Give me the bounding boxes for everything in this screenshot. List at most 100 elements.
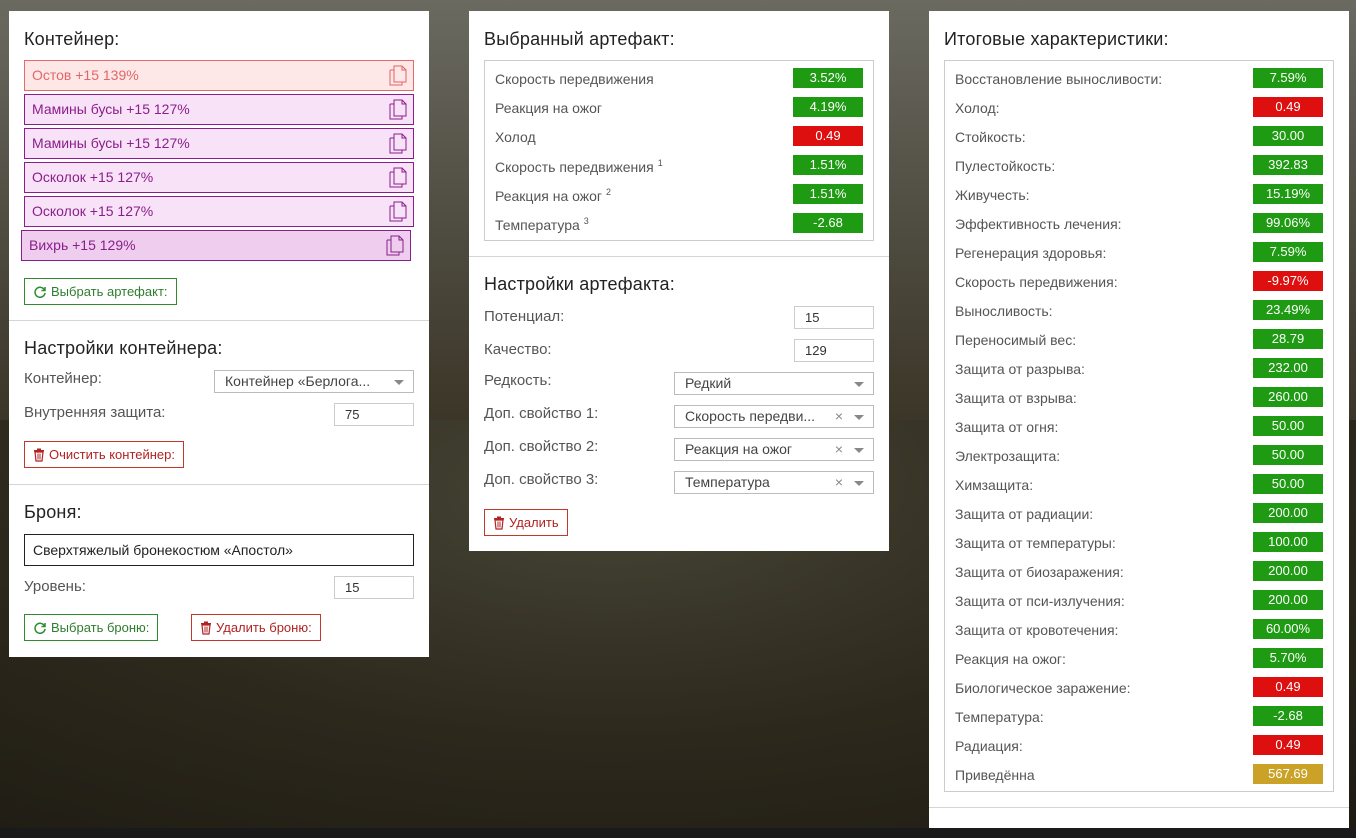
container-title: Контейнер: [24, 29, 120, 49]
potential-label: Потенциал: [484, 308, 565, 325]
stat-name: Скорость передвижения 1 [495, 158, 663, 175]
stat-name-text: Регенерация здоровья: [955, 245, 1107, 261]
container-select[interactable]: Контейнер «Берлога... [214, 370, 414, 393]
stat-name: Радиация: [955, 738, 1023, 754]
clear-icon[interactable]: × [835, 472, 843, 493]
stat-name-text: Пулестойкость: [955, 158, 1056, 174]
container-label: Контейнер: [24, 370, 102, 387]
document-icon [389, 99, 407, 120]
artifact-slot[interactable]: Осколок +15 127% [24, 196, 414, 227]
totals-stats: Восстановление выносливости: 7.59% Холод: 0… [944, 60, 1334, 792]
clear-icon[interactable]: × [835, 439, 843, 460]
document-icon [386, 235, 404, 256]
taskbar [0, 828, 1356, 838]
stat-value-badge: 30.00 [1253, 126, 1323, 146]
chevron-down-icon [854, 481, 864, 486]
stat-name-text: Скорость передвижения [495, 71, 654, 87]
stat-name-text: Радиация: [955, 738, 1023, 754]
prop3-label: Доп. свойство 3: [484, 471, 599, 488]
stat-row: Живучесть: 15.19% [945, 180, 1333, 209]
chevron-down-icon [854, 415, 864, 420]
potential-input[interactable]: 15 [794, 306, 874, 329]
right-panel: Итоговые характеристики: Восстановление … [929, 11, 1349, 838]
artifact-slot-label: Вихрь +15 129% [29, 237, 136, 253]
stat-value-badge: 3.52% [793, 68, 863, 88]
protection-input[interactable]: 75 [334, 403, 414, 426]
artifact-slot-label: Осколок +15 127% [32, 169, 154, 185]
delete-artifact-button[interactable]: Удалить [484, 509, 568, 536]
totals-title: Итоговые характеристики: [944, 29, 1169, 49]
stat-name: Переносимый вес: [955, 332, 1076, 348]
artifact-slot-label: Остов +15 139% [32, 67, 139, 83]
clear-container-button[interactable]: Очистить контейнер: [24, 441, 184, 468]
rarity-label: Редкость: [484, 372, 552, 389]
stat-row: Защита от огня: 50.00 [945, 412, 1333, 441]
prop2-select[interactable]: Реакция на ожог × [674, 438, 874, 461]
stat-footnote: 1 [657, 158, 663, 168]
stat-row: Стойкость: 30.00 [945, 122, 1333, 151]
stat-row: Электрозащита: 50.00 [945, 441, 1333, 470]
stat-name: Реакция на ожог 2 [495, 187, 611, 204]
artifact-slot[interactable]: Мамины бусы +15 127% [24, 94, 414, 125]
prop3-select-value: Температура [685, 474, 770, 490]
stat-value-badge: 1.51% [793, 155, 863, 175]
quality-input[interactable]: 129 [794, 339, 874, 362]
stat-value-badge: 200.00 [1253, 503, 1323, 523]
stat-value-badge: 60.00% [1253, 619, 1323, 639]
stat-name-text: Переносимый вес: [955, 332, 1077, 348]
delete-armor-button[interactable]: Удалить броню: [191, 614, 321, 641]
stat-name: Живучесть: [955, 187, 1030, 203]
stat-name-text: Приведённа [955, 767, 1035, 783]
stat-name-text: Скорость передвижения [495, 159, 654, 175]
stat-name: Защита от кровотечения: [955, 622, 1118, 638]
artifact-slot[interactable]: Вихрь +15 129% [21, 230, 411, 261]
delete-armor-label: Удалить броню: [216, 620, 312, 635]
stat-value-badge: -9.97% [1253, 271, 1323, 291]
selected-artifact-title: Выбранный артефакт: [484, 29, 675, 49]
armor-level-input[interactable]: 15 [334, 576, 414, 599]
stat-name: Эффективность лечения: [955, 216, 1122, 232]
stat-name: Регенерация здоровья: [955, 245, 1106, 261]
select-artifact-button[interactable]: Выбрать артефакт: [24, 278, 177, 305]
stat-row: Скорость передвижения: -9.97% [945, 267, 1333, 296]
stat-value-badge: 28.79 [1253, 329, 1323, 349]
prop1-select[interactable]: Скорость передви... × [674, 405, 874, 428]
select-armor-button[interactable]: Выбрать броню: [24, 614, 159, 641]
stat-name: Защита от пси-излучения: [955, 593, 1125, 609]
stat-name-text: Защита от разрыва: [955, 361, 1085, 377]
stat-name: Холод: [955, 100, 1000, 116]
stat-name-text: Защита от радиации: [955, 506, 1094, 522]
stat-row: Защита от взрыва: 260.00 [945, 383, 1333, 412]
stat-value-badge: 99.06% [1253, 213, 1323, 233]
chevron-down-icon [854, 448, 864, 453]
middle-panel: Выбранный артефакт: Скорость передвижени… [469, 11, 889, 551]
stat-name: Защита от температуры: [955, 535, 1116, 551]
artifact-slot[interactable]: Мамины бусы +15 127% [24, 128, 414, 159]
stat-name-text: Защита от огня: [955, 419, 1059, 435]
stat-row: Защита от температуры: 100.00 [945, 528, 1333, 557]
stat-row: Радиация: 0.49 [945, 731, 1333, 760]
rarity-select[interactable]: Редкий [674, 372, 874, 395]
stat-name-text: Защита от пси-излучения: [955, 593, 1125, 609]
stat-row: Переносимый вес: 28.79 [945, 325, 1333, 354]
stat-name: Скорость передвижения [495, 71, 654, 87]
clear-icon[interactable]: × [835, 406, 843, 427]
stat-value-badge: 7.59% [1253, 242, 1323, 262]
artifact-slot[interactable]: Остов +15 139% [24, 60, 414, 91]
document-icon [389, 65, 407, 86]
artifact-slot[interactable]: Осколок +15 127% [24, 162, 414, 193]
stat-row: Выносливость: 23.49% [945, 296, 1333, 325]
stat-name-text: Холод: [955, 100, 1000, 116]
stat-value-badge: 260.00 [1253, 387, 1323, 407]
artifact-slot-label: Мамины бусы +15 127% [32, 135, 190, 151]
stat-value-badge: 4.19% [793, 97, 863, 117]
stat-name: Стойкость: [955, 129, 1026, 145]
armor-name-field[interactable]: Сверхтяжелый бронекостюм «Апостол» [24, 534, 414, 566]
stat-name-text: Выносливость: [955, 303, 1053, 319]
stat-value-badge: 50.00 [1253, 445, 1323, 465]
stat-row: Защита от радиации: 200.00 [945, 499, 1333, 528]
stat-value-badge: 0.49 [793, 126, 863, 146]
prop3-select[interactable]: Температура × [674, 471, 874, 494]
stat-row: Защита от кровотечения: 60.00% [945, 615, 1333, 644]
prop2-label: Доп. свойство 2: [484, 438, 599, 455]
